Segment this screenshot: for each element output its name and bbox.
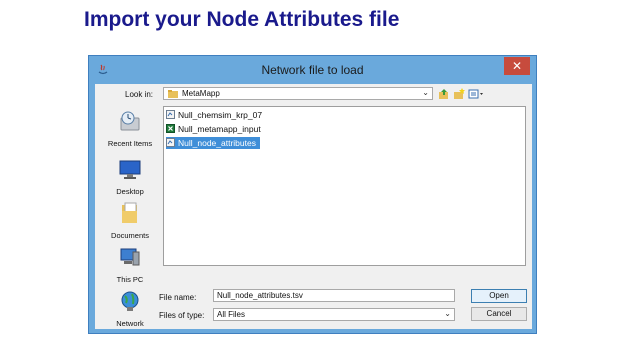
- file-item[interactable]: Null_metamapp_input: [166, 123, 265, 135]
- slide-title: Import your Node Attributes file: [84, 8, 400, 31]
- window-title: Network file to load: [261, 63, 364, 77]
- files-of-type-label: Files of type:: [159, 311, 205, 320]
- file-list[interactable]: Null_chemsim_krp_07 Null_metamapp_input …: [163, 106, 526, 266]
- title-bar[interactable]: Network file to load ✕: [89, 56, 536, 84]
- file-name-label: File name:: [159, 293, 197, 302]
- file-dialog: Network file to load ✕ Look in: MetaMapp…: [88, 55, 537, 334]
- look-in-value: MetaMapp: [182, 89, 220, 98]
- file-item[interactable]: Null_chemsim_krp_07: [166, 109, 266, 121]
- folder-icon: [168, 90, 178, 98]
- view-menu-icon[interactable]: [468, 88, 484, 100]
- files-of-type-dropdown[interactable]: All Files ⌄: [213, 308, 455, 321]
- place-label: Desktop: [116, 187, 144, 196]
- places-bar: Recent Items Desktop Documents This PC N…: [99, 106, 161, 328]
- files-of-type-value: All Files: [217, 310, 246, 319]
- close-button[interactable]: ✕: [504, 57, 530, 75]
- chevron-down-icon: ⌄: [444, 309, 451, 318]
- cancel-button[interactable]: Cancel: [471, 307, 527, 321]
- file-name: Null_metamapp_input: [178, 124, 261, 134]
- look-in-label: Look in:: [125, 90, 154, 99]
- close-icon: ✕: [511, 59, 523, 73]
- documents-icon: [122, 202, 137, 223]
- file-icon: [166, 138, 175, 147]
- network-icon: [121, 291, 139, 311]
- place-desktop[interactable]: Desktop: [99, 158, 161, 196]
- chevron-down-icon: ⌄: [422, 88, 429, 97]
- place-recent-items[interactable]: Recent Items: [99, 110, 161, 148]
- excel-file-icon: [166, 124, 175, 133]
- open-button[interactable]: Open: [471, 289, 527, 303]
- place-network[interactable]: Network: [99, 290, 161, 328]
- file-icon: [166, 110, 175, 119]
- file-name: Null_chemsim_krp_07: [178, 110, 263, 120]
- file-name: Null_node_attributes: [178, 138, 256, 148]
- new-folder-icon[interactable]: [453, 88, 465, 100]
- place-label: Network: [116, 319, 144, 328]
- dialog-body: Look in: MetaMapp ⌄ Recent Items Desktop…: [95, 84, 532, 329]
- place-this-pc[interactable]: This PC: [99, 246, 161, 284]
- file-name-field[interactable]: [213, 289, 455, 302]
- place-label: Recent Items: [107, 139, 153, 148]
- place-label: Documents: [111, 231, 149, 240]
- this-pc-icon: [120, 248, 140, 266]
- file-item-selected[interactable]: Null_node_attributes: [166, 137, 260, 149]
- place-documents[interactable]: Documents: [99, 202, 161, 240]
- desktop-icon: [119, 160, 141, 179]
- recent-items-icon: [120, 111, 140, 131]
- look-in-dropdown[interactable]: MetaMapp ⌄: [163, 87, 433, 100]
- place-label: This PC: [116, 275, 144, 284]
- up-folder-icon[interactable]: [438, 88, 450, 100]
